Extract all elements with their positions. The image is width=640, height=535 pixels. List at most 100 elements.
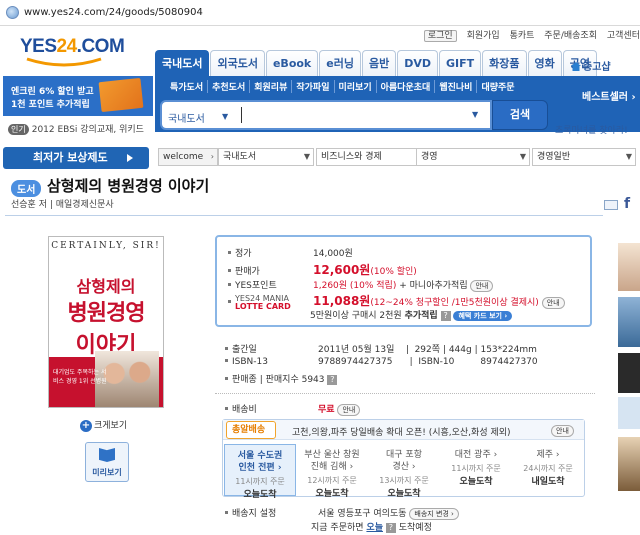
divider	[215, 393, 595, 394]
book-title: 삼형제의 병원경영 이야기	[47, 177, 210, 195]
tab-dvd[interactable]: DVD	[397, 50, 438, 76]
breadcrumb-general[interactable]: 경영일반 ▼	[532, 148, 636, 166]
chevron-down-icon: ▼	[625, 152, 632, 161]
side-ad-thumbnail[interactable]	[618, 353, 640, 393]
author-line[interactable]: 선승훈 저 | 매일경제신문사	[11, 197, 114, 210]
top-links: 로그인 회원가입 통카트 주문/배송조회 고객센터	[417, 28, 640, 42]
used-books-link[interactable]: 중고샵	[571, 58, 611, 73]
facebook-icon[interactable]: f	[624, 196, 630, 212]
card-image	[98, 77, 144, 113]
subnav-preview[interactable]: 미리보기	[339, 80, 377, 93]
delivery-info-button[interactable]: 안내	[551, 425, 574, 437]
subnav-invitation[interactable]: 아름다운초대	[381, 80, 436, 93]
login-link[interactable]: 로그인	[423, 30, 457, 42]
chevron-down-icon: ▼	[303, 152, 310, 161]
delivery-region-jeju[interactable]: 제주 › 24시까지 주문 내일도착	[512, 444, 584, 496]
card-benefit-button[interactable]: 혜택 카드 보기 ›	[453, 311, 513, 321]
tab-cosmetics[interactable]: 화장품	[482, 50, 527, 76]
sale-price: 12,600원	[313, 263, 371, 277]
order-tracking-link[interactable]: 주문/배송조회	[544, 31, 597, 41]
lowest-price-banner[interactable]: 최저가 보상제도	[3, 147, 149, 169]
book-cover[interactable]: CERTAINLY, SIR! 삼형제의 병원경영 이야기 대기업도 주목하는 …	[48, 236, 164, 408]
globe-icon	[6, 6, 19, 19]
list-price: 14,000원	[313, 249, 353, 259]
preview-button[interactable]: 미리보기	[85, 442, 129, 482]
bestseller-link[interactable]: 베스트셀러 ›	[582, 88, 636, 103]
url-text[interactable]: www.yes24.com/24/goods/5080904	[24, 7, 203, 18]
breadcrumb-business[interactable]: 비즈니스와 경제▼	[316, 148, 428, 166]
publish-date: 2011년 05월 13일	[318, 345, 395, 355]
subnav-bulk-order[interactable]: 대량주문	[481, 80, 518, 93]
tab-foreign-books[interactable]: 외국도서	[210, 50, 265, 76]
delivery-region-daejeon[interactable]: 대전 광주 › 11시까지 주문 오늘도착	[440, 444, 512, 496]
help-icon[interactable]: ?	[440, 311, 451, 321]
yes-points: 1,260원 (10% 적립)	[313, 281, 397, 291]
tab-movie[interactable]: 영화	[527, 50, 562, 76]
delivery-message: 고천,의왕,파주 당일배송 확대 오픈! (시흥,오산,화성 제외)	[292, 428, 511, 438]
delivery-address: 서울 영등포구 여의도동	[318, 509, 407, 519]
tab-elearning[interactable]: e러닝	[319, 50, 361, 76]
shipping-fee: 무료	[318, 405, 335, 415]
hot-badge: 인기	[8, 124, 29, 135]
subnav-webzine[interactable]: 웹진나비	[439, 80, 478, 93]
side-ad-thumbnail[interactable]	[618, 397, 640, 429]
subnav-recommended[interactable]: 추천도서	[212, 80, 251, 93]
logo-smile	[26, 57, 102, 67]
shipping-info-button[interactable]: 안내	[337, 404, 361, 416]
support-link[interactable]: 고객센터	[607, 31, 640, 41]
tab-music[interactable]: 음반	[361, 50, 397, 76]
text-cursor	[241, 107, 242, 123]
side-ad-thumbnail[interactable]	[618, 437, 640, 491]
help-icon[interactable]: ?	[385, 523, 396, 533]
isbn10: 8974427370	[480, 357, 538, 367]
search-history-icon[interactable]: ▼	[472, 110, 478, 119]
side-ad-thumbnail[interactable]	[618, 243, 640, 291]
home-icon	[571, 62, 581, 71]
promo-banner[interactable]: 엔크린 6% 할인 받고 1천 포인트 추가적립	[3, 76, 153, 116]
card-info-button[interactable]: 안내	[541, 297, 565, 309]
delivery-region-daegu[interactable]: 대구 포항 경산 › 13시까지 주문 오늘도착	[368, 444, 440, 499]
search-button[interactable]: 검색	[492, 100, 548, 130]
zoom-link[interactable]: + 크게보기	[80, 418, 127, 432]
promo-line1: 엔크린 6% 할인 받고	[11, 87, 94, 97]
event-link[interactable]: 초록마녀를 찾아라!	[555, 123, 628, 136]
signup-link[interactable]: 회원가입	[467, 31, 500, 41]
delivery-region-seoul[interactable]: 서울 수도권 인천 전편 › 11시까지 주문 오늘도착	[224, 444, 296, 500]
tab-gift[interactable]: GIFT	[438, 50, 482, 76]
address-bar[interactable]: www.yes24.com/24/goods/5080904	[0, 0, 640, 26]
side-ad-thumbnail[interactable]	[618, 297, 640, 347]
change-address-button[interactable]: 배송지 변경 ›	[409, 508, 459, 520]
hot-keyword[interactable]: 인기 2012 EBSi 강의교재, 위키드	[8, 122, 144, 135]
breadcrumb-welcome[interactable]: welcome ›	[158, 148, 218, 166]
breadcrumb-management[interactable]: 경영 ▼	[416, 148, 530, 166]
subnav-reviews[interactable]: 회원리뷰	[254, 80, 293, 93]
hot-text[interactable]: 2012 EBSi 강의교재, 위키드	[32, 125, 144, 135]
promo-line2: 1천 포인트 추가적립	[11, 100, 90, 110]
chevron-right-icon: ›	[210, 152, 214, 161]
breadcrumb: welcome› 국내도서▼ 비즈니스와 경제▼ 경영▼ 경영일반▼	[158, 148, 640, 168]
sub-nav: 특가도서 추천도서 회원리뷰 작가파일 미리보기 아름다운초대 웹진나비 대량주…	[170, 80, 523, 93]
cart-link[interactable]: 통카트	[510, 31, 535, 41]
price-box: 정가 14,000원 판매가 12,600원(10% 할인) YES포인트 1,260…	[215, 235, 592, 327]
sales-index: 판매지수 5943	[265, 375, 325, 385]
book-icon	[99, 448, 115, 462]
arrival-today: 오늘	[366, 523, 383, 533]
subnav-special[interactable]: 특가도서	[170, 80, 209, 93]
search-input[interactable]	[248, 104, 472, 126]
bullet-delivery-tag: 총알배송	[226, 421, 276, 439]
search-scope-select[interactable]: 국내도서	[168, 110, 205, 125]
tab-ebook[interactable]: eBook	[265, 50, 319, 76]
chevron-down-icon[interactable]: ▼	[222, 112, 228, 121]
subnav-authors[interactable]: 작가파일	[296, 80, 335, 93]
category-badge: 도서	[11, 180, 42, 197]
breadcrumb-domestic[interactable]: 국내도서 ▼	[218, 148, 314, 166]
delivery-region-busan[interactable]: 부산 울산 창원 진해 김해 › 12시까지 주문 오늘도착	[296, 444, 368, 499]
mail-icon[interactable]	[604, 200, 618, 210]
isbn13: 9788974427375	[318, 357, 393, 367]
play-arrow-icon	[127, 154, 133, 162]
card-price: 11,088원	[313, 294, 371, 308]
help-icon[interactable]: ?	[327, 375, 338, 385]
tab-domestic-books[interactable]: 국내도서	[155, 50, 210, 76]
yes24-logo[interactable]: YES24.COM	[20, 36, 125, 58]
points-info-button[interactable]: 안내	[470, 280, 494, 292]
